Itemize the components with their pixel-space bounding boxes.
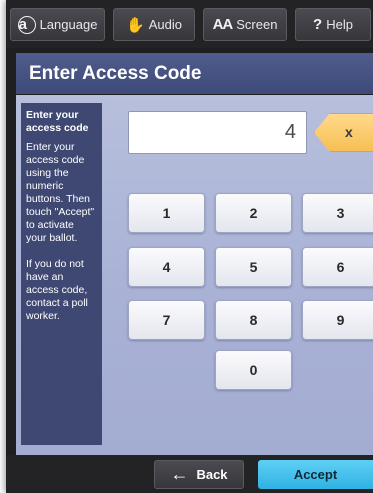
language-button[interactable]: a Language — [10, 8, 105, 41]
text-size-icon: AA — [212, 16, 234, 33]
instructions-help-text: If you do not have an access code, conta… — [26, 258, 88, 322]
key-8[interactable]: 8 — [215, 300, 292, 340]
key-3[interactable]: 3 — [302, 193, 373, 233]
key-4[interactable]: 4 — [128, 247, 205, 287]
help-button[interactable]: ? Help — [295, 8, 371, 41]
page-title: Enter Access Code — [16, 53, 373, 94]
instructions-panel: Enter your access code Enter your access… — [21, 103, 102, 445]
accept-label: Accept — [293, 467, 338, 482]
instructions-text: Enter your access code using the numeric… — [26, 141, 95, 244]
key-7[interactable]: 7 — [128, 300, 205, 340]
clear-button[interactable]: x — [314, 113, 373, 152]
back-arrow-icon: ← — [170, 464, 189, 484]
back-label: Back — [196, 467, 228, 482]
key-0[interactable]: 0 — [215, 350, 292, 390]
help-icon: ? — [313, 16, 323, 33]
screen-label: Screen — [236, 17, 278, 32]
audio-label: Audio — [148, 17, 182, 32]
audio-button[interactable]: ✋ Audio — [113, 8, 195, 41]
access-code-field[interactable]: 4 — [128, 111, 307, 154]
instructions-heading: Enter your access code — [26, 109, 89, 134]
accept-button[interactable]: Accept — [258, 460, 373, 489]
language-icon: a — [17, 15, 36, 34]
key-2[interactable]: 2 — [215, 193, 292, 233]
top-toolbar: a Language ✋ Audio AA Screen ? Help — [6, 0, 373, 48]
key-9[interactable]: 9 — [302, 300, 373, 340]
access-code-panel: Enter your access code Enter your access… — [16, 95, 373, 455]
help-label: Help — [326, 17, 353, 32]
back-button[interactable]: ← Back — [154, 460, 244, 489]
ballot-screen: a Language ✋ Audio AA Screen ? Help Ente… — [6, 0, 373, 493]
bottom-navigation: ← Back Accept — [6, 455, 373, 493]
screen-button[interactable]: AA Screen — [203, 8, 287, 41]
key-5[interactable]: 5 — [215, 247, 292, 287]
key-6[interactable]: 6 — [302, 247, 373, 287]
key-1[interactable]: 1 — [128, 193, 205, 233]
audio-hand-icon: ✋ — [126, 16, 145, 34]
language-label: Language — [39, 17, 98, 32]
